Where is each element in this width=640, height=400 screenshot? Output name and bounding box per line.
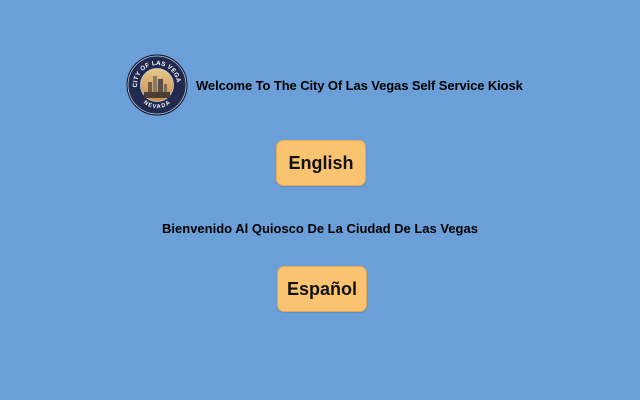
city-seal-logo: CITY OF LAS VEGAS NEVADA <box>126 54 188 116</box>
welcome-spanish-text: Bienvenido Al Quiosco De La Ciudad De La… <box>162 221 478 236</box>
welcome-header: CITY OF LAS VEGAS NEVADA Welcome To The … <box>126 54 523 116</box>
welcome-english-text: Welcome To The City Of Las Vegas Self Se… <box>196 77 523 93</box>
spanish-button[interactable]: Español <box>277 266 367 312</box>
english-button[interactable]: English <box>276 140 366 186</box>
